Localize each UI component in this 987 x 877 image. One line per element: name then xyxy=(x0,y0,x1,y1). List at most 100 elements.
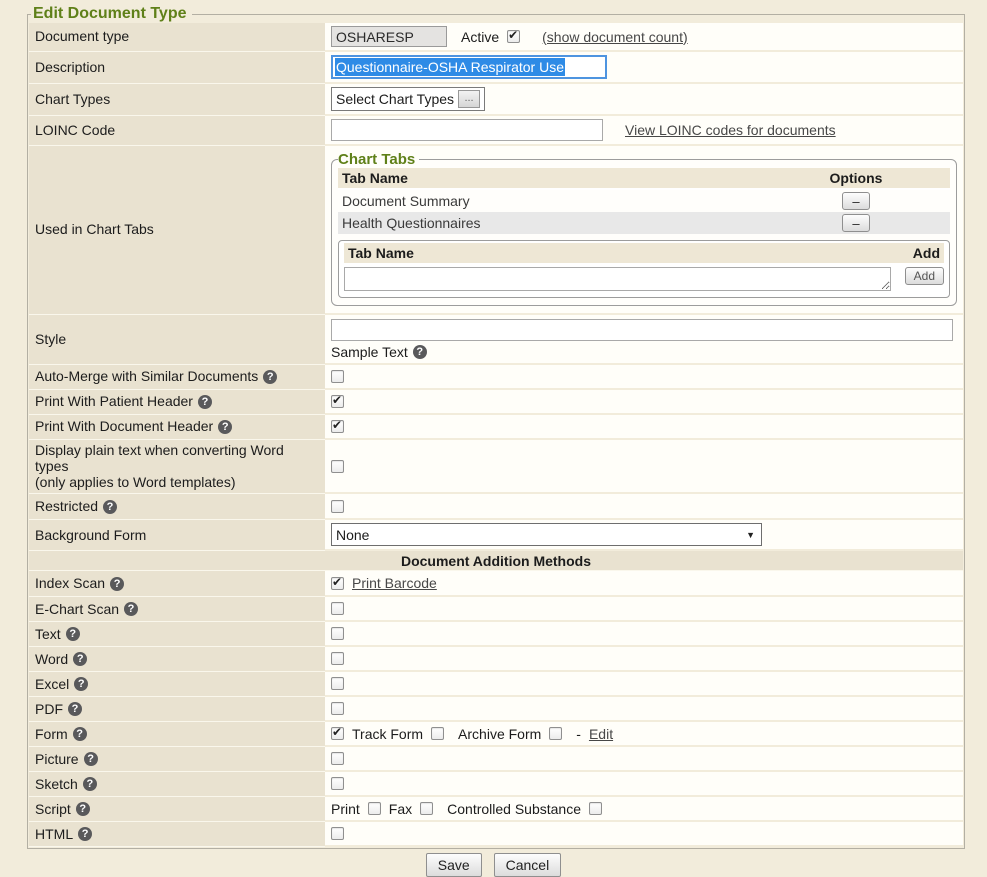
print-document-header-checkbox[interactable] xyxy=(331,420,344,433)
index-scan-checkbox[interactable] xyxy=(331,577,344,590)
loinc-code-input[interactable] xyxy=(331,119,603,141)
select-chart-types-button[interactable]: ... xyxy=(458,90,480,108)
script-label: Script xyxy=(29,797,325,822)
print-patient-header-help-icon[interactable] xyxy=(198,395,212,409)
tab-name-column-header: Tab Name xyxy=(342,170,766,186)
echart-scan-label: E-Chart Scan xyxy=(29,597,325,622)
text-checkbox[interactable] xyxy=(331,627,344,640)
html-checkbox[interactable] xyxy=(331,827,344,840)
description-input[interactable]: Questionnaire-OSHA Respirator Use xyxy=(331,55,607,79)
echart-scan-help-icon[interactable] xyxy=(124,602,138,616)
sketch-checkbox[interactable] xyxy=(331,777,344,790)
row-background-form: Background Form None ▼ xyxy=(29,520,963,551)
row-auto-merge: Auto-Merge with Similar Documents xyxy=(29,365,963,390)
row-description: Description Questionnaire-OSHA Respirato… xyxy=(29,52,963,84)
html-help-icon[interactable] xyxy=(78,827,92,841)
display-plain-text-checkbox[interactable] xyxy=(331,460,344,473)
background-form-selected-value: None xyxy=(336,527,369,543)
save-button[interactable]: Save xyxy=(426,853,482,877)
track-form-checkbox[interactable] xyxy=(431,727,444,740)
sample-text-help-icon[interactable] xyxy=(413,345,427,359)
row-word: Word xyxy=(29,647,963,672)
chart-tabs-fieldset: Chart Tabs Tab Name Options Document Sum… xyxy=(331,151,957,306)
script-print-label: Print xyxy=(331,801,360,817)
chart-tab-row: Health Questionnaires – xyxy=(338,212,950,234)
print-patient-header-checkbox[interactable] xyxy=(331,395,344,408)
archive-form-checkbox[interactable] xyxy=(549,727,562,740)
print-document-header-help-icon[interactable] xyxy=(218,420,232,434)
text-label: Text xyxy=(29,622,325,647)
restricted-checkbox[interactable] xyxy=(331,500,344,513)
print-barcode-link[interactable]: Print Barcode xyxy=(352,575,437,591)
edit-document-type-fieldset: Edit Document Type Document type Active … xyxy=(27,5,965,849)
word-checkbox[interactable] xyxy=(331,652,344,665)
page-title: Edit Document Type xyxy=(31,5,192,23)
pdf-help-icon[interactable] xyxy=(68,702,82,716)
document-addition-methods-header: Document Addition Methods xyxy=(29,551,963,571)
used-in-chart-tabs-label: Used in Chart Tabs xyxy=(29,146,325,315)
row-text: Text xyxy=(29,622,963,647)
sample-text-label: Sample Text xyxy=(331,344,408,360)
controlled-substance-label: Controlled Substance xyxy=(447,801,581,817)
html-label: HTML xyxy=(29,822,325,847)
row-style: Style Sample Text xyxy=(29,315,963,365)
edit-form-link[interactable]: Edit xyxy=(589,726,613,742)
index-scan-label: Index Scan xyxy=(29,571,325,597)
add-tab-name-column-header: Tab Name xyxy=(348,245,898,261)
excel-help-icon[interactable] xyxy=(74,677,88,691)
row-pdf: PDF xyxy=(29,697,963,722)
form-help-icon[interactable] xyxy=(73,727,87,741)
remove-tab-button[interactable]: – xyxy=(842,192,869,210)
echart-scan-checkbox[interactable] xyxy=(331,602,344,615)
auto-merge-checkbox[interactable] xyxy=(331,370,344,383)
active-checkbox[interactable] xyxy=(507,30,520,43)
remove-tab-button[interactable]: – xyxy=(842,214,869,232)
background-form-select[interactable]: None ▼ xyxy=(331,523,762,546)
index-scan-help-icon[interactable] xyxy=(110,577,124,591)
controlled-substance-checkbox[interactable] xyxy=(589,802,602,815)
picture-checkbox[interactable] xyxy=(331,752,344,765)
sketch-help-icon[interactable] xyxy=(83,777,97,791)
chevron-down-icon: ▼ xyxy=(746,530,755,540)
picture-label: Picture xyxy=(29,747,325,772)
form-checkbox[interactable] xyxy=(331,727,344,740)
script-help-icon[interactable] xyxy=(76,802,90,816)
row-used-in-chart-tabs: Used in Chart Tabs Chart Tabs Tab Name O… xyxy=(29,146,963,315)
pdf-label: PDF xyxy=(29,697,325,722)
cancel-button[interactable]: Cancel xyxy=(494,853,562,877)
word-label: Word xyxy=(29,647,325,672)
chart-tabs-header-row: Tab Name Options xyxy=(338,168,950,190)
pdf-checkbox[interactable] xyxy=(331,702,344,715)
row-picture: Picture xyxy=(29,747,963,772)
row-restricted: Restricted xyxy=(29,494,963,520)
chart-tab-name: Health Questionnaires xyxy=(342,215,766,231)
row-sketch: Sketch xyxy=(29,772,963,797)
auto-merge-help-icon[interactable] xyxy=(263,370,277,384)
options-column-header: Options xyxy=(766,170,946,186)
picture-help-icon[interactable] xyxy=(84,752,98,766)
add-tab-button[interactable]: Add xyxy=(905,267,944,285)
description-selected-text: Questionnaire-OSHA Respirator Use xyxy=(335,58,565,76)
restricted-help-icon[interactable] xyxy=(103,500,117,514)
style-label: Style xyxy=(29,315,325,365)
word-help-icon[interactable] xyxy=(73,652,87,666)
excel-label: Excel xyxy=(29,672,325,697)
view-loinc-codes-link[interactable]: View LOINC codes for documents xyxy=(625,122,836,138)
script-fax-checkbox[interactable] xyxy=(420,802,433,815)
document-type-label: Document type xyxy=(29,23,325,52)
print-document-header-label: Print With Document Header xyxy=(29,415,325,440)
select-chart-types-text: Select Chart Types xyxy=(336,91,454,107)
excel-checkbox[interactable] xyxy=(331,677,344,690)
row-print-patient-header: Print With Patient Header xyxy=(29,390,963,415)
document-type-form: Document type Active (show document coun… xyxy=(29,23,963,847)
script-print-checkbox[interactable] xyxy=(368,802,381,815)
archive-form-label: Archive Form xyxy=(458,726,541,742)
add-column-header: Add xyxy=(898,245,940,261)
new-tab-name-textarea[interactable] xyxy=(344,267,891,291)
row-html: HTML xyxy=(29,822,963,847)
auto-merge-label: Auto-Merge with Similar Documents xyxy=(29,365,325,390)
style-input[interactable] xyxy=(331,319,953,341)
form-dash-text: - xyxy=(576,726,581,742)
text-help-icon[interactable] xyxy=(66,627,80,641)
show-document-count-link[interactable]: (show document count) xyxy=(542,29,688,45)
